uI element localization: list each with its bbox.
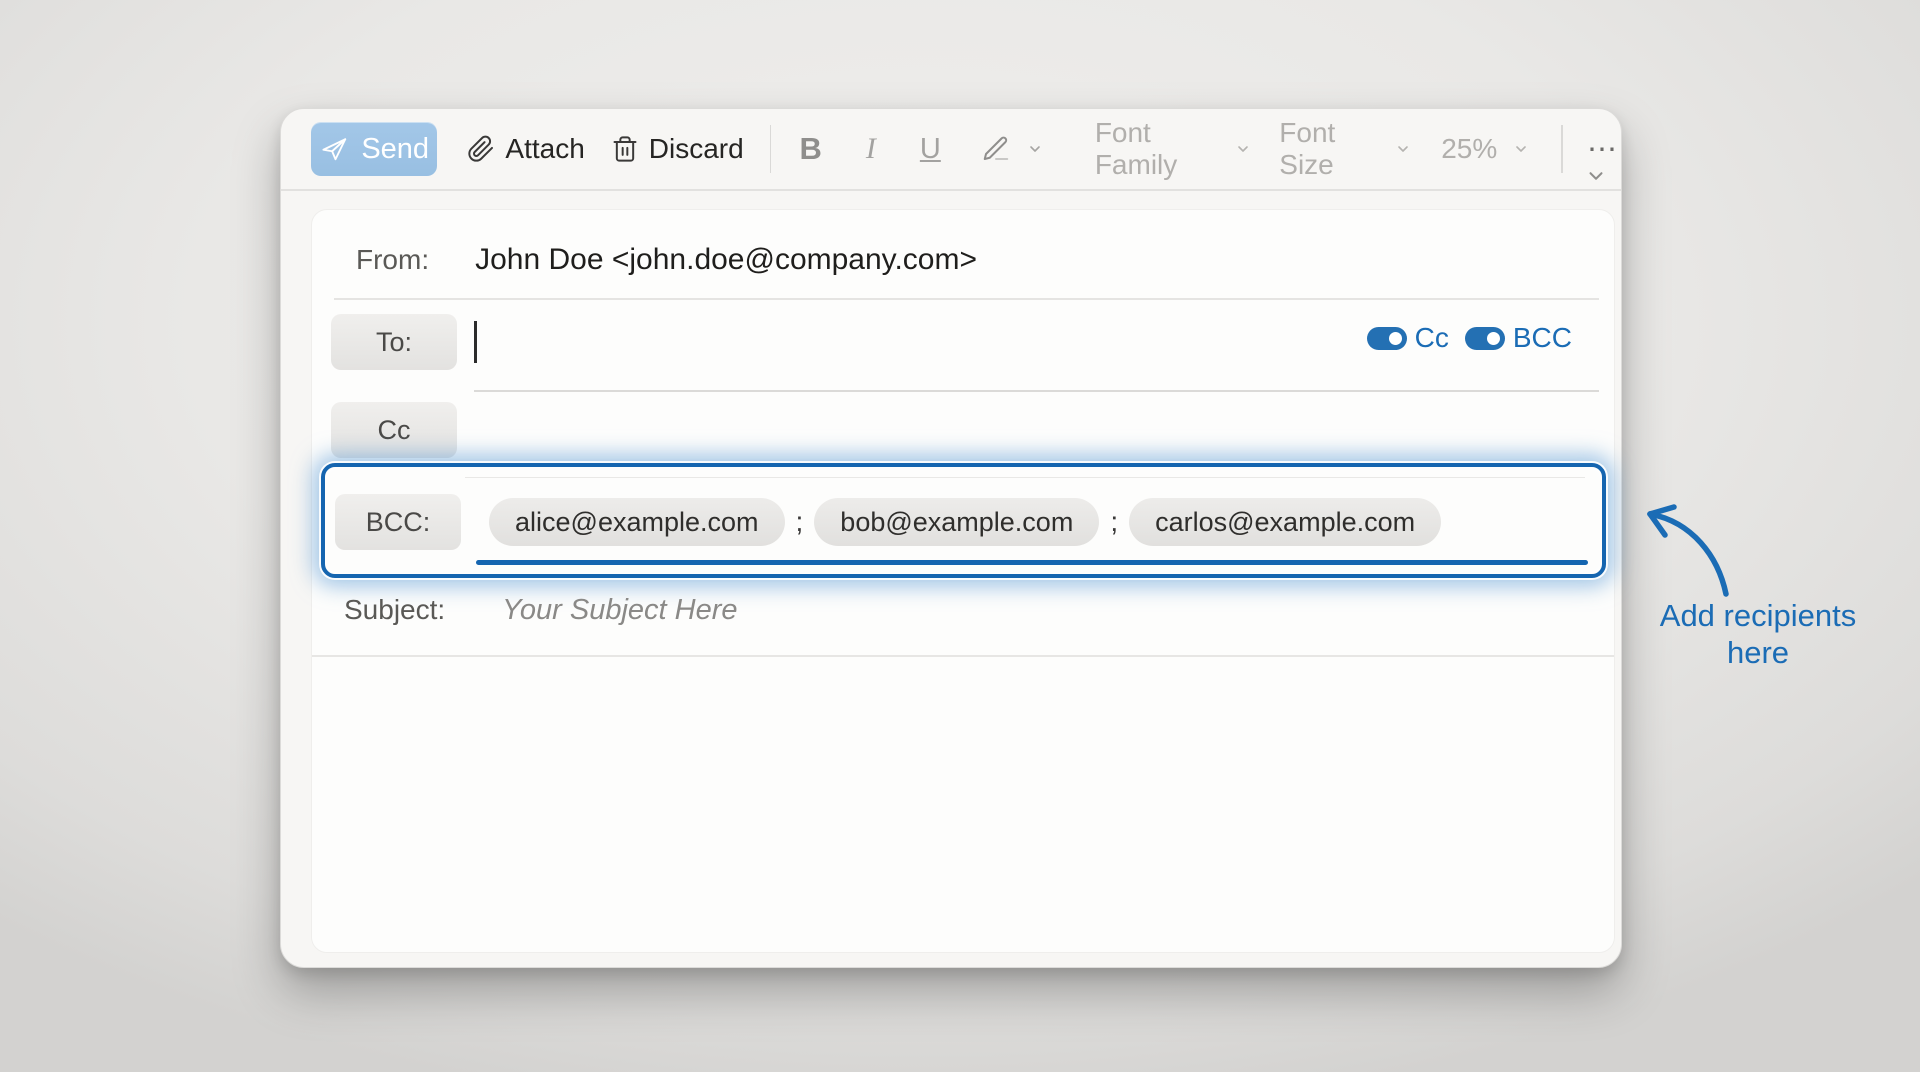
to-button[interactable]: To: xyxy=(331,314,457,370)
recipient-chip[interactable]: carlos@example.com xyxy=(1129,498,1441,546)
to-label: To: xyxy=(376,327,412,358)
italic-button[interactable]: I xyxy=(866,132,876,166)
bcc-toggle[interactable]: BCC xyxy=(1465,322,1572,354)
send-icon xyxy=(319,134,349,164)
cc-toggle-label: Cc xyxy=(1415,322,1449,354)
chevron-down-icon xyxy=(1235,141,1251,157)
highlighter-button[interactable] xyxy=(981,134,1043,164)
chevron-down-icon xyxy=(1513,141,1529,157)
to-row: To: Cc BCC xyxy=(331,312,1594,372)
discard-button[interactable]: Discard xyxy=(611,133,744,165)
cc-toggle-switch[interactable] xyxy=(1367,327,1407,350)
subject-label: Subject: xyxy=(344,594,445,626)
subject-row: Subject: Your Subject Here xyxy=(344,584,1584,636)
zoom-dropdown[interactable]: 25% xyxy=(1441,133,1529,165)
bcc-toggle-label: BCC xyxy=(1513,322,1572,354)
bcc-button[interactable]: BCC: xyxy=(335,494,461,550)
highlighter-pen-icon xyxy=(981,134,1011,164)
attach-button[interactable]: Attach xyxy=(467,133,584,165)
bold-button[interactable]: B xyxy=(799,131,821,167)
paperclip-icon xyxy=(467,135,495,163)
message-card: From: John Doe <john.doe@company.com> To… xyxy=(311,209,1615,953)
bcc-row: BCC: alice@example.com ; bob@example.com… xyxy=(335,494,1588,550)
subject-input-placeholder[interactable]: Your Subject Here xyxy=(502,594,737,627)
annotation-arrow-icon xyxy=(1634,498,1744,602)
attach-label: Attach xyxy=(505,133,584,165)
discard-label: Discard xyxy=(649,133,744,165)
font-family-label: Font Family xyxy=(1095,117,1219,181)
cc-button[interactable]: Cc xyxy=(331,402,457,458)
recipient-separator: ; xyxy=(1110,506,1118,538)
from-label: From: xyxy=(356,244,429,276)
bcc-label: BCC: xyxy=(366,507,431,538)
toolbar-divider xyxy=(1561,125,1563,173)
toggle-knob xyxy=(1385,328,1406,349)
text-cursor xyxy=(474,321,477,363)
bcc-field-topline xyxy=(465,477,1585,478)
chevron-down-icon xyxy=(1395,141,1411,157)
bcc-field-underline xyxy=(476,560,1588,565)
font-size-label: Font Size xyxy=(1279,117,1379,181)
bcc-recipient-list: alice@example.com ; bob@example.com ; ca… xyxy=(489,498,1441,546)
from-row: From: John Doe <john.doe@company.com> xyxy=(356,232,1584,288)
to-field-underline xyxy=(474,390,1599,392)
compose-toolbar: Send Attach xyxy=(281,109,1621,191)
collapse-toolbar-chevron-icon[interactable] xyxy=(1585,165,1607,187)
desktop-background: Send Attach xyxy=(0,0,1920,1072)
trash-icon xyxy=(611,135,639,163)
message-body-input[interactable] xyxy=(312,657,1614,952)
font-size-dropdown[interactable]: Font Size xyxy=(1279,117,1411,181)
from-value: John Doe <john.doe@company.com> xyxy=(475,243,977,277)
chevron-down-icon xyxy=(1027,141,1043,157)
recipient-chip[interactable]: bob@example.com xyxy=(814,498,1099,546)
annotation-label: Add recipients here xyxy=(1636,598,1880,671)
recipient-chip[interactable]: alice@example.com xyxy=(489,498,785,546)
zoom-value: 25% xyxy=(1441,133,1497,165)
cc-label: Cc xyxy=(378,415,411,446)
send-label: Send xyxy=(361,133,429,166)
bcc-field-highlighted[interactable]: BCC: alice@example.com ; bob@example.com… xyxy=(321,463,1606,578)
row-divider xyxy=(334,298,1599,300)
toggle-knob xyxy=(1483,328,1504,349)
toolbar-divider xyxy=(770,125,772,173)
overflow-menu-button[interactable]: ⋯ xyxy=(1587,132,1621,167)
bcc-toggle-switch[interactable] xyxy=(1465,327,1505,350)
send-button[interactable]: Send xyxy=(311,122,437,176)
cc-toggle[interactable]: Cc xyxy=(1367,322,1449,354)
compose-window: Send Attach xyxy=(280,108,1622,968)
cc-bcc-toggles: Cc BCC xyxy=(1367,322,1572,354)
font-family-dropdown[interactable]: Font Family xyxy=(1095,117,1251,181)
recipient-separator: ; xyxy=(796,506,804,538)
underline-button[interactable]: U xyxy=(920,133,941,166)
